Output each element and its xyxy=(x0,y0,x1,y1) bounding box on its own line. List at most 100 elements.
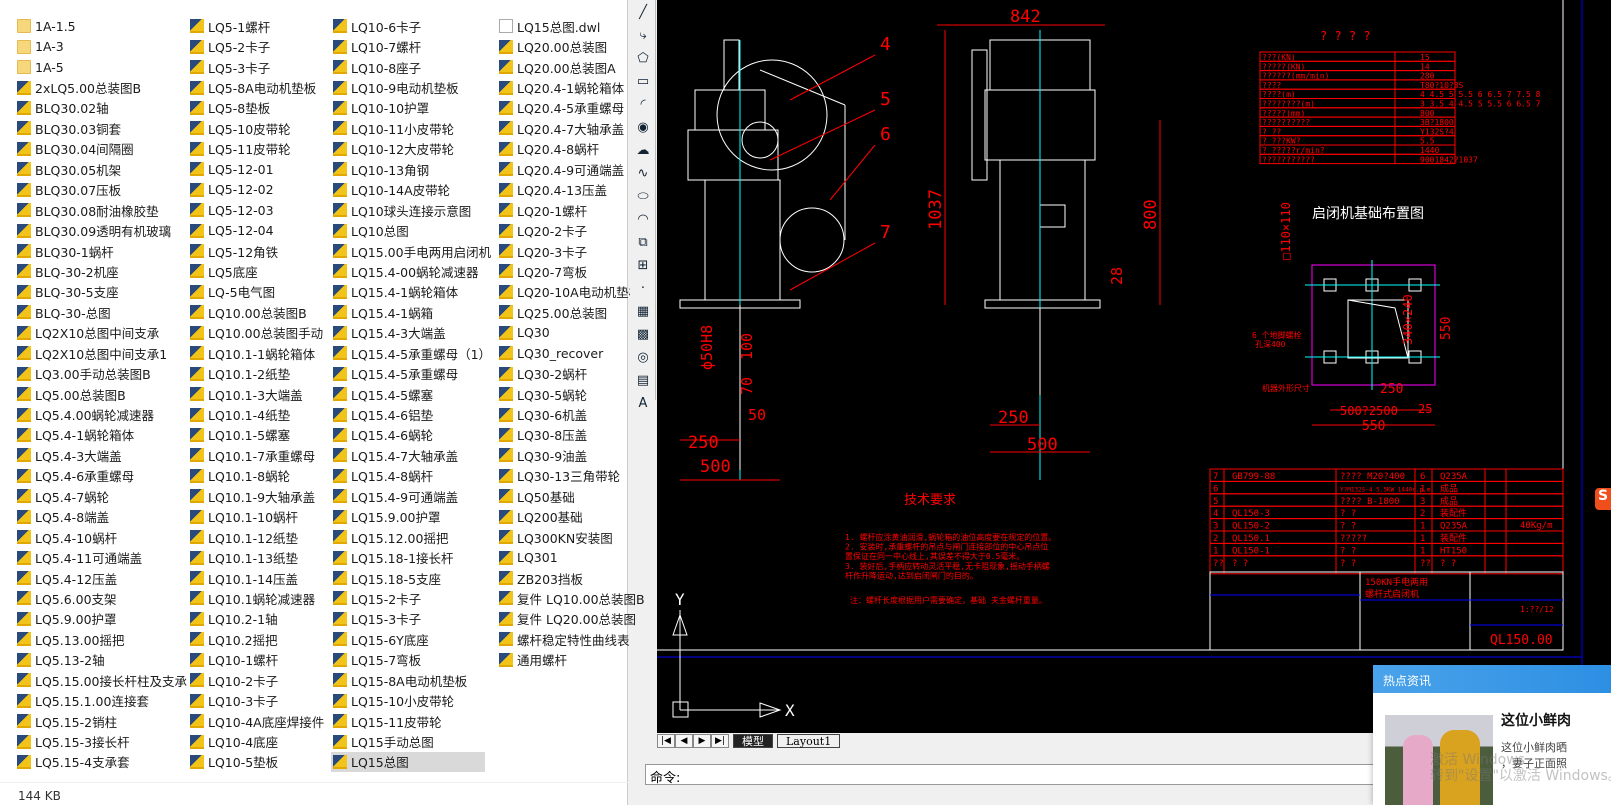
insert-block-icon[interactable]: ⧉ xyxy=(632,231,654,253)
file-item[interactable]: LQ20-1螺杆 xyxy=(497,200,645,220)
file-item[interactable]: 复件 LQ10.00总装图B xyxy=(497,588,645,608)
file-item[interactable]: 1A-3 xyxy=(15,36,187,56)
file-item[interactable]: LQ25.00总装图 xyxy=(497,302,645,322)
file-item[interactable]: LQ20.4-1蜗轮箱体 xyxy=(497,77,645,97)
file-item[interactable]: LQ301 xyxy=(497,547,645,567)
last-tab-button[interactable]: ▶| xyxy=(711,734,729,748)
file-item[interactable]: LQ15.4-9可通端盖 xyxy=(331,486,491,506)
file-item[interactable]: LQ5.4-6承重螺母 xyxy=(15,466,187,486)
region-icon[interactable]: ◎ xyxy=(632,346,654,368)
file-item[interactable]: LQ10-5垫板 xyxy=(188,752,324,772)
ime-logo-icon[interactable]: S xyxy=(1595,488,1611,510)
file-item[interactable]: 螺杆稳定特性曲线表 xyxy=(497,629,645,649)
file-item[interactable]: LQ15-3卡子 xyxy=(331,609,491,629)
file-item[interactable]: BLQ-30-总图 xyxy=(15,302,187,322)
spline-icon[interactable]: ∿ xyxy=(632,162,654,184)
file-item[interactable]: LQ5.4-1蜗轮箱体 xyxy=(15,425,187,445)
file-item[interactable]: LQ-5电气图 xyxy=(188,282,324,302)
file-item[interactable]: LQ5-1螺杆 xyxy=(188,16,324,36)
file-item[interactable]: LQ20-10A电动机垫板 xyxy=(497,282,645,302)
file-item[interactable]: LQ200基础 xyxy=(497,507,645,527)
file-item[interactable]: LQ30-9油盖 xyxy=(497,445,645,465)
file-item[interactable]: LQ5.13.00摇把 xyxy=(15,629,187,649)
polyline-icon[interactable]: ⤷ xyxy=(632,24,654,46)
tab-model[interactable]: 模型 xyxy=(733,734,773,748)
file-item[interactable]: LQ5.6.00支架 xyxy=(15,588,187,608)
hatch-icon[interactable]: ▦ xyxy=(632,300,654,322)
polygon-icon[interactable]: ⬠ xyxy=(632,47,654,69)
file-item[interactable]: LQ15.4-5承重螺母（1） xyxy=(331,343,491,363)
file-item[interactable]: LQ5.4-12压盖 xyxy=(15,568,187,588)
file-item[interactable]: BLQ30.05机架 xyxy=(15,159,187,179)
file-item[interactable]: LQ10.1-10蜗杆 xyxy=(188,507,324,527)
drawing-canvas[interactable]: 500 250 50 70 100 ϕ50H8 4 5 6 7 842 1037 800 28 250 500… xyxy=(657,0,1611,733)
file-item[interactable]: LQ20-3卡子 xyxy=(497,241,645,261)
file-item[interactable]: LQ5.13-2轴 xyxy=(15,650,187,670)
file-item[interactable]: BLQ30.02轴 xyxy=(15,98,187,118)
file-item[interactable]: LQ5-2卡子 xyxy=(188,36,324,56)
file-item[interactable]: LQ20.4-9可通端盖 xyxy=(497,159,645,179)
file-item[interactable]: LQ15-6Y底座 xyxy=(331,629,491,649)
file-item[interactable]: BLQ30.03铜套 xyxy=(15,118,187,138)
file-item[interactable]: LQ10.00总装图手动 xyxy=(188,323,324,343)
file-item[interactable]: BLQ30.07压板 xyxy=(15,180,187,200)
file-item[interactable]: LQ2X10总图中间支承1 xyxy=(15,343,187,363)
file-item[interactable]: LQ15.18-1接长杆 xyxy=(331,547,491,567)
file-item[interactable]: LQ15.4-8蜗杆 xyxy=(331,466,491,486)
file-item[interactable]: LQ10.1-9大轴承盖 xyxy=(188,486,324,506)
file-item[interactable]: LQ5.15-3接长杆 xyxy=(15,731,187,751)
rectangle-icon[interactable]: ▭ xyxy=(632,70,654,92)
file-item[interactable]: 复件 LQ20.00总装图 xyxy=(497,609,645,629)
file-item[interactable]: LQ15.4-3大端盖 xyxy=(331,323,491,343)
ellipse-icon[interactable]: ⬭ xyxy=(632,185,654,207)
first-tab-button[interactable]: |◀ xyxy=(657,734,675,748)
next-tab-button[interactable]: ▶ xyxy=(693,734,711,748)
file-item[interactable]: LQ20.4-5承重螺母 xyxy=(497,98,645,118)
file-item[interactable]: LQ15.12.00摇把 xyxy=(331,527,491,547)
file-item[interactable]: LQ5.00总装图B xyxy=(15,384,187,404)
file-item[interactable]: LQ5.15-4支承套 xyxy=(15,752,187,772)
file-item[interactable]: LQ10.1-14压盖 xyxy=(188,568,324,588)
file-item[interactable]: LQ20.4-7大轴承盖 xyxy=(497,118,645,138)
file-item[interactable]: LQ10.1-3大端盖 xyxy=(188,384,324,404)
file-item[interactable]: LQ10-2卡子 xyxy=(188,670,324,690)
file-item[interactable]: 1A-1.5 xyxy=(15,16,187,36)
file-item[interactable]: LQ5.4.00蜗轮减速器 xyxy=(15,404,187,424)
file-item[interactable]: LQ15-2卡子 xyxy=(331,588,491,608)
file-item[interactable]: LQ15.4-5螺塞 xyxy=(331,384,491,404)
file-item[interactable]: LQ10.2-1轴 xyxy=(188,609,324,629)
file-item[interactable]: LQ10球头连接示意图 xyxy=(331,200,491,220)
file-item[interactable]: BLQ30.09透明有机玻璃 xyxy=(15,220,187,240)
point-icon[interactable]: · xyxy=(632,277,654,299)
file-item[interactable]: LQ15-10小皮带轮 xyxy=(331,690,491,710)
file-item[interactable]: LQ15.4-5承重螺母 xyxy=(331,363,491,383)
gradient-icon[interactable]: ▩ xyxy=(632,323,654,345)
tab-layout1[interactable]: Layout1 xyxy=(777,734,841,748)
file-item[interactable]: LQ30-5蜗轮 xyxy=(497,384,645,404)
file-item[interactable]: LQ15手动总图 xyxy=(331,731,491,751)
file-item[interactable]: LQ10.1-1蜗轮箱体 xyxy=(188,343,324,363)
file-item[interactable]: LQ300KN安装图 xyxy=(497,527,645,547)
file-item[interactable]: LQ10.00总装图B xyxy=(188,302,324,322)
file-item[interactable]: LQ3.00手动总装图B xyxy=(15,363,187,383)
file-item[interactable]: LQ15-7弯板 xyxy=(331,650,491,670)
file-item[interactable]: BLQ-30-2机座 xyxy=(15,261,187,281)
file-item[interactable]: 2xLQ5.00总装图B xyxy=(15,77,187,97)
file-item[interactable]: LQ10-13角钢 xyxy=(331,159,491,179)
file-item[interactable]: LQ5底座 xyxy=(188,261,324,281)
file-item[interactable]: BLQ30-1蜗杆 xyxy=(15,241,187,261)
file-item[interactable]: LQ15总图.dwl xyxy=(497,16,645,36)
line-icon[interactable]: ╱ xyxy=(632,1,654,23)
file-item[interactable]: LQ2X10总图中间支承 xyxy=(15,323,187,343)
file-item[interactable]: BLQ-30-5支座 xyxy=(15,282,187,302)
file-item[interactable]: LQ5-11皮带轮 xyxy=(188,139,324,159)
file-item[interactable]: LQ15-11皮带轮 xyxy=(331,711,491,731)
file-item[interactable]: LQ10-11小皮带轮 xyxy=(331,118,491,138)
file-item[interactable]: LQ5.9.00护罩 xyxy=(15,609,187,629)
file-item[interactable]: LQ15.4-1蜗轮箱体 xyxy=(331,282,491,302)
make-block-icon[interactable]: ⊞ xyxy=(632,254,654,276)
file-item[interactable]: LQ10.1-13纸垫 xyxy=(188,547,324,567)
file-item[interactable]: 通用螺杆 xyxy=(497,650,645,670)
file-item[interactable]: LQ10-9电动机垫板 xyxy=(331,77,491,97)
file-item[interactable]: LQ10-14A皮带轮 xyxy=(331,180,491,200)
